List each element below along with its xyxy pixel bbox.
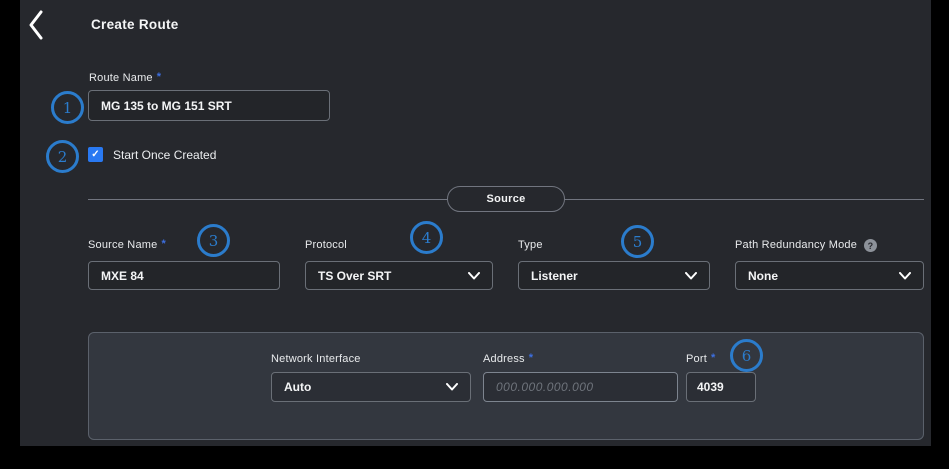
required-asterisk: * (161, 239, 165, 249)
network-interface-label: Network Interface (271, 353, 471, 365)
type-value: Listener (531, 269, 578, 283)
port-input[interactable] (686, 372, 756, 402)
chevron-left-icon (29, 10, 43, 40)
chevron-down-icon (446, 383, 458, 391)
route-name-label: Route Name * (89, 72, 161, 84)
source-name-input[interactable] (88, 261, 280, 290)
port-field: Port * (686, 353, 756, 365)
path-redundancy-label: Path Redundancy Mode ? (735, 239, 924, 252)
chevron-down-icon (685, 272, 697, 280)
path-redundancy-value: None (748, 269, 778, 283)
path-redundancy-field: Path Redundancy Mode ? None (735, 239, 924, 252)
required-asterisk: * (711, 353, 715, 363)
create-route-page: Create Route Route Name * ✓ Start Once C… (20, 0, 931, 446)
protocol-dropdown[interactable]: TS Over SRT (305, 261, 493, 290)
type-field: Type Listener (518, 239, 710, 251)
check-icon: ✓ (91, 149, 99, 160)
listener-settings-panel: Network Interface Auto Address * (88, 332, 924, 440)
page-title: Create Route (91, 17, 179, 32)
route-name-input[interactable] (88, 90, 330, 121)
type-dropdown[interactable]: Listener (518, 261, 710, 290)
address-label: Address * (483, 353, 678, 365)
protocol-label: Protocol (305, 239, 493, 251)
required-asterisk: * (157, 72, 161, 82)
help-icon[interactable]: ? (864, 239, 877, 252)
network-interface-dropdown[interactable]: Auto (271, 372, 471, 402)
required-asterisk: * (529, 353, 533, 363)
source-name-label: Source Name * (88, 239, 280, 251)
back-button[interactable] (24, 8, 48, 42)
protocol-field: Protocol TS Over SRT (305, 239, 493, 251)
chevron-down-icon (468, 272, 480, 280)
address-field: Address * (483, 353, 678, 365)
chevron-down-icon (899, 272, 911, 280)
start-once-created-label: Start Once Created (113, 148, 216, 162)
annotation-marker-1: 1 (51, 91, 84, 124)
source-section-pill: Source (447, 186, 565, 212)
network-interface-value: Auto (284, 380, 311, 394)
start-once-created-checkbox[interactable]: ✓ (88, 147, 103, 162)
protocol-value: TS Over SRT (318, 269, 391, 283)
address-input[interactable] (483, 372, 678, 402)
port-label: Port * (686, 353, 756, 365)
annotation-marker-2: 2 (46, 140, 79, 173)
start-once-created-row[interactable]: ✓ Start Once Created (88, 147, 216, 162)
type-label: Type (518, 239, 710, 251)
path-redundancy-dropdown[interactable]: None (735, 261, 924, 290)
screenshot-frame: Create Route Route Name * ✓ Start Once C… (0, 0, 949, 469)
network-interface-field: Network Interface Auto (271, 353, 471, 365)
source-name-field: Source Name * (88, 239, 280, 251)
source-section-divider: Source (88, 186, 924, 212)
